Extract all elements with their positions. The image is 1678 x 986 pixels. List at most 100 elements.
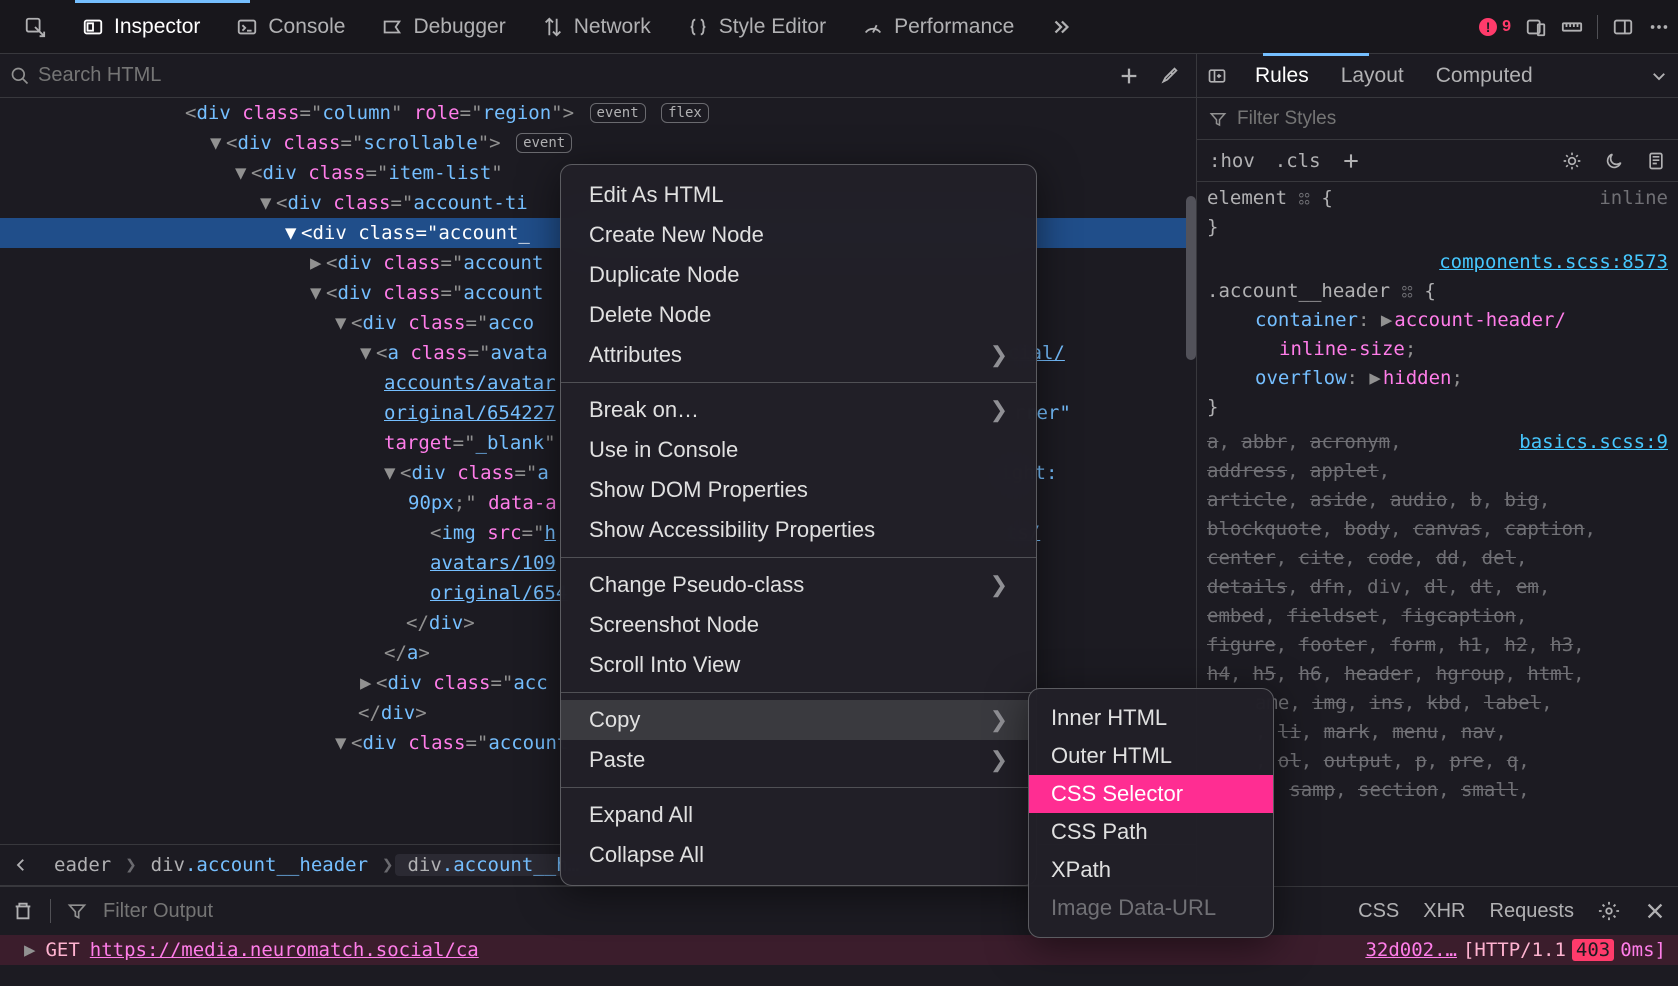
source-link[interactable]: 32d002.… xyxy=(1365,939,1457,961)
submenu-css-path[interactable]: CSS Path xyxy=(1029,813,1273,851)
twisty-collapsed-icon[interactable]: ▶ xyxy=(360,668,376,698)
console-message[interactable]: ▶ GET https://media.neuromatch.social/ca… xyxy=(0,935,1678,965)
submenu-xpath[interactable]: XPath xyxy=(1029,851,1273,889)
filter-css[interactable]: CSS xyxy=(1358,900,1399,923)
twisty-expanded-icon[interactable]: ▼ xyxy=(285,218,301,248)
dom-node[interactable]: ▼<div class="scrollable"> event xyxy=(0,128,1196,158)
menu-change-pseudo-class[interactable]: Change Pseudo-class❯ xyxy=(561,565,1036,605)
twisty-collapsed-icon[interactable]: ▶ xyxy=(24,939,35,961)
filter-xhr[interactable]: XHR xyxy=(1423,900,1465,923)
submenu-css-selector[interactable]: CSS Selector xyxy=(1029,775,1273,813)
menu-expand-all[interactable]: Expand All xyxy=(561,795,1036,835)
filter-requests[interactable]: Requests xyxy=(1490,900,1575,923)
event-badge[interactable]: event xyxy=(590,103,646,123)
dock-side-icon[interactable] xyxy=(1612,16,1634,38)
tab-performance-label: Performance xyxy=(894,15,1014,39)
menu-paste[interactable]: Paste❯ xyxy=(561,740,1036,780)
tab-computed[interactable]: Computed xyxy=(1432,58,1537,94)
submenu-inner-html[interactable]: Inner HTML xyxy=(1029,699,1273,737)
menu-collapse-all[interactable]: Collapse All xyxy=(561,835,1036,875)
menu-create-new-node[interactable]: Create New Node xyxy=(561,215,1036,255)
more-options-icon[interactable] xyxy=(1648,16,1670,38)
menu-edit-as-html[interactable]: Edit As HTML xyxy=(561,175,1036,215)
submenu-outer-html[interactable]: Outer HTML xyxy=(1029,737,1273,775)
css-property[interactable]: container: ▶account-header/ xyxy=(1207,306,1668,335)
tab-console-label: Console xyxy=(268,15,345,39)
menu-show-dom-properties[interactable]: Show DOM Properties xyxy=(561,470,1036,510)
chevron-down-icon[interactable] xyxy=(1650,67,1668,85)
dark-mode-icon[interactable] xyxy=(1604,151,1624,171)
menu-scroll-into-view[interactable]: Scroll Into View xyxy=(561,645,1036,685)
close-icon[interactable] xyxy=(1644,900,1666,923)
menu-break-on[interactable]: Break on…❯ xyxy=(561,390,1036,430)
tab-layout[interactable]: Layout xyxy=(1337,58,1408,94)
add-rule-icon[interactable] xyxy=(1341,151,1361,171)
tab-console[interactable]: Console xyxy=(220,9,361,45)
menu-separator xyxy=(561,382,1036,383)
menu-delete-node[interactable]: Delete Node xyxy=(561,295,1036,335)
twisty-expanded-icon[interactable]: ▼ xyxy=(335,308,351,338)
clear-console-icon[interactable] xyxy=(12,900,34,922)
tab-overflow-button[interactable] xyxy=(1034,10,1088,44)
tab-debugger-label: Debugger xyxy=(413,15,505,39)
debugger-icon xyxy=(381,16,403,38)
rule-source-link[interactable]: basics.scss:9 xyxy=(1519,428,1668,457)
breadcrumb-item[interactable]: div.account__header xyxy=(139,854,380,876)
eyedropper-icon[interactable] xyxy=(1158,65,1180,87)
menu-separator xyxy=(561,557,1036,558)
twisty-expanded-icon[interactable]: ▼ xyxy=(310,278,326,308)
tab-rules[interactable]: Rules xyxy=(1251,58,1313,94)
menu-copy[interactable]: Copy❯ xyxy=(561,700,1036,740)
add-node-icon[interactable] xyxy=(1118,65,1140,87)
breadcrumb-item[interactable]: eader xyxy=(42,854,123,876)
tab-debugger[interactable]: Debugger xyxy=(365,9,521,45)
html-search-bar xyxy=(0,54,1196,98)
menu-show-accessibility[interactable]: Show Accessibility Properties xyxy=(561,510,1036,550)
dom-context-menu: Edit As HTML Create New Node Duplicate N… xyxy=(560,164,1037,886)
scrollbar-thumb[interactable] xyxy=(1186,196,1196,360)
twisty-expanded-icon[interactable]: ▼ xyxy=(384,458,400,488)
http-method: GET xyxy=(45,939,79,961)
chevron-right-icon: ❯ xyxy=(990,707,1008,733)
filter-styles-input[interactable] xyxy=(1237,108,1666,130)
hov-toggle[interactable]: :hov xyxy=(1209,150,1255,172)
active-tab-indicator xyxy=(75,0,250,3)
divider xyxy=(50,899,51,923)
console-settings-icon[interactable] xyxy=(1598,900,1620,923)
pick-element-button[interactable] xyxy=(8,10,62,44)
filter-icon xyxy=(1209,110,1227,128)
rule-source-link[interactable]: components.scss:8573 xyxy=(1439,248,1668,277)
filter-icon xyxy=(67,901,87,921)
event-badge[interactable]: event xyxy=(516,133,572,153)
menu-use-in-console[interactable]: Use in Console xyxy=(561,430,1036,470)
cls-toggle[interactable]: .cls xyxy=(1275,150,1321,172)
request-url[interactable]: https://media.neuromatch.social/ca xyxy=(90,939,479,961)
console-drawer: CSS XHR Requests ▶ GET https://media.neu… xyxy=(0,886,1678,986)
twisty-collapsed-icon[interactable]: ▶ xyxy=(310,248,326,278)
tab-inspector[interactable]: Inspector xyxy=(66,9,216,45)
menu-screenshot-node[interactable]: Screenshot Node xyxy=(561,605,1036,645)
twisty-expanded-icon[interactable]: ▼ xyxy=(360,338,376,368)
menu-duplicate-node[interactable]: Duplicate Node xyxy=(561,255,1036,295)
flex-badge[interactable]: flex xyxy=(661,103,709,123)
tab-performance[interactable]: Performance xyxy=(846,9,1030,45)
twisty-expanded-icon[interactable]: ▼ xyxy=(260,188,276,218)
html-search-input[interactable] xyxy=(38,64,1110,87)
rules-tabs: Rules Layout Computed xyxy=(1197,54,1678,98)
console-icon xyxy=(236,16,258,38)
error-count[interactable]: ! 9 xyxy=(1479,18,1511,36)
light-mode-icon[interactable] xyxy=(1562,151,1582,171)
twisty-expanded-icon[interactable]: ▼ xyxy=(235,158,251,188)
breadcrumb-prev-button[interactable] xyxy=(0,856,42,874)
tab-network[interactable]: Network xyxy=(526,9,667,45)
responsive-design-icon[interactable] xyxy=(1525,16,1547,38)
css-property[interactable]: overflow: ▶hidden; xyxy=(1207,364,1668,393)
ruler-icon[interactable] xyxy=(1561,16,1583,38)
sidebar-toggle-icon[interactable] xyxy=(1207,66,1227,86)
print-media-icon[interactable] xyxy=(1646,151,1666,171)
menu-attributes[interactable]: Attributes❯ xyxy=(561,335,1036,375)
twisty-expanded-icon[interactable]: ▼ xyxy=(335,728,351,758)
twisty-expanded-icon[interactable]: ▼ xyxy=(210,128,226,158)
dom-node[interactable]: <div class="column" role="region"> event… xyxy=(0,98,1196,128)
tab-style-editor[interactable]: Style Editor xyxy=(671,9,842,45)
